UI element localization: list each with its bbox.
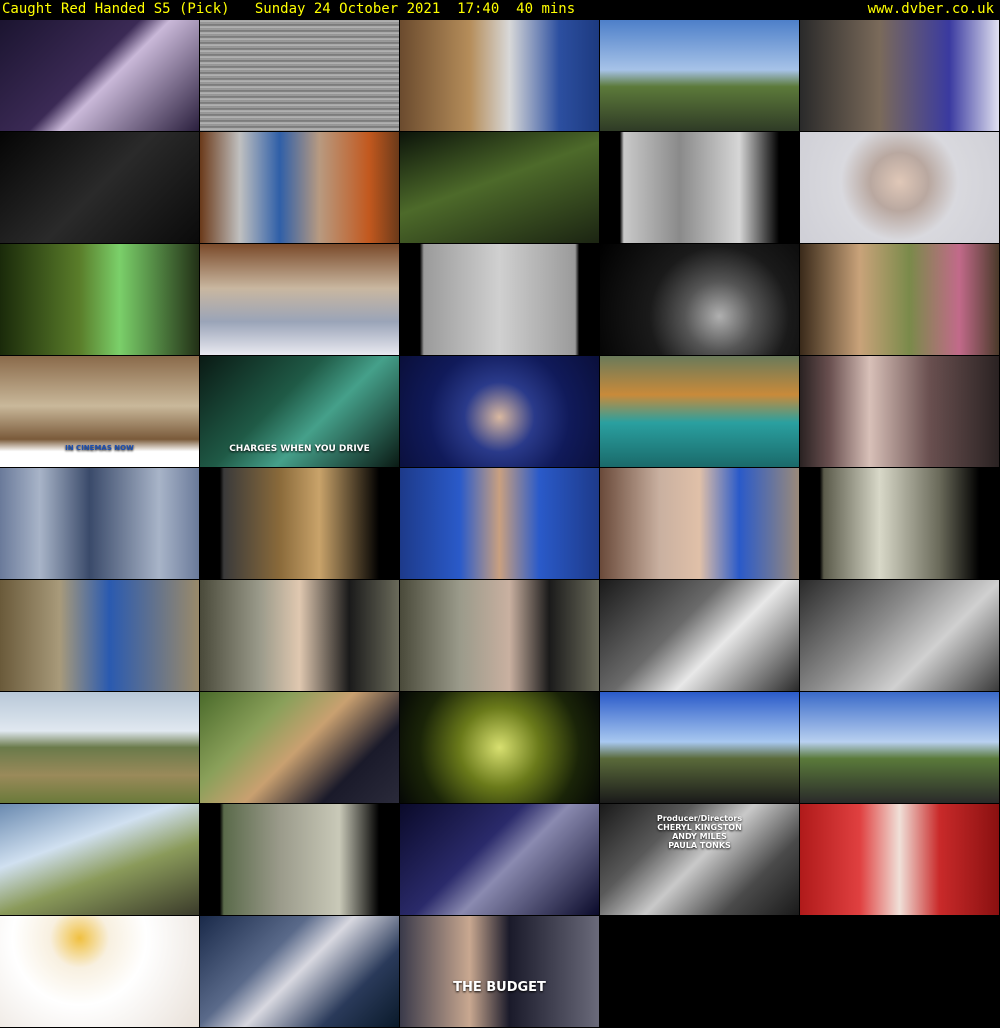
- thumbnail-6[interactable]: [0, 132, 199, 243]
- thumbnail-7[interactable]: [200, 132, 399, 243]
- thumbnail-20[interactable]: [800, 356, 999, 467]
- thumbnail-28[interactable]: [400, 580, 599, 691]
- thumbnail-9[interactable]: [600, 132, 799, 243]
- thumbnail-31[interactable]: [0, 692, 199, 803]
- thumbnail-caption: THE BUDGET: [453, 980, 546, 995]
- thumbnail-1[interactable]: [0, 20, 199, 131]
- thumbnail-25[interactable]: [800, 468, 999, 579]
- thumbnail-23[interactable]: [400, 468, 599, 579]
- thumbnail-4[interactable]: [600, 20, 799, 131]
- thumbnail-grid: IN CINEMAS NOW CHARGES WHEN YOU DRIVE Prod…: [0, 20, 1000, 1028]
- thumbnail-35[interactable]: [800, 692, 999, 803]
- thumbnail-caption: Producer/Directors CHERYL KINGSTON ANDY …: [656, 814, 743, 850]
- thumbnail-8[interactable]: [400, 132, 599, 243]
- thumbnail-16[interactable]: IN CINEMAS NOW: [0, 356, 199, 467]
- thumbnail-12[interactable]: [200, 244, 399, 355]
- thumbnail-33[interactable]: [400, 692, 599, 803]
- thumbnail-42[interactable]: [200, 916, 399, 1027]
- thumbnail-19[interactable]: [600, 356, 799, 467]
- thumbnail-24[interactable]: [600, 468, 799, 579]
- thumbnail-32[interactable]: [200, 692, 399, 803]
- thumbnail-27[interactable]: [200, 580, 399, 691]
- thumbnail-38[interactable]: [400, 804, 599, 915]
- thumbnail-39[interactable]: Producer/Directors CHERYL KINGSTON ANDY …: [600, 804, 799, 915]
- thumbnail-caption: IN CINEMAS NOW: [65, 444, 134, 452]
- thumbnail-22[interactable]: [200, 468, 399, 579]
- site-link[interactable]: www.dvber.co.uk: [868, 0, 994, 18]
- thumbnail-26[interactable]: [0, 580, 199, 691]
- thumbnail-11[interactable]: [0, 244, 199, 355]
- thumbnail-41[interactable]: [0, 916, 199, 1027]
- thumbnail-15[interactable]: [800, 244, 999, 355]
- thumbnail-29[interactable]: [600, 580, 799, 691]
- thumbnail-2[interactable]: [200, 20, 399, 131]
- thumbnail-13[interactable]: [400, 244, 599, 355]
- thumbnail-caption: CHARGES WHEN YOU DRIVE: [229, 444, 370, 454]
- thumbnail-21[interactable]: [0, 468, 199, 579]
- thumbnail-43[interactable]: THE BUDGET: [400, 916, 599, 1027]
- thumbnail-5[interactable]: [800, 20, 999, 131]
- thumbnail-34[interactable]: [600, 692, 799, 803]
- programme-title: Caught Red Handed S5 (Pick) Sunday 24 Oc…: [2, 1, 576, 17]
- thumbnail-18[interactable]: [400, 356, 599, 467]
- thumbnail-30[interactable]: [800, 580, 999, 691]
- thumbnail-17[interactable]: CHARGES WHEN YOU DRIVE: [200, 356, 399, 467]
- thumbnail-36[interactable]: [0, 804, 199, 915]
- thumbnail-3[interactable]: [400, 20, 599, 131]
- thumbnail-40[interactable]: [800, 804, 999, 915]
- header-bar: Caught Red Handed S5 (Pick) Sunday 24 Oc…: [0, 0, 1000, 20]
- thumbnail-10[interactable]: [800, 132, 999, 243]
- thumbnail-14[interactable]: [600, 244, 799, 355]
- thumbnail-37[interactable]: [200, 804, 399, 915]
